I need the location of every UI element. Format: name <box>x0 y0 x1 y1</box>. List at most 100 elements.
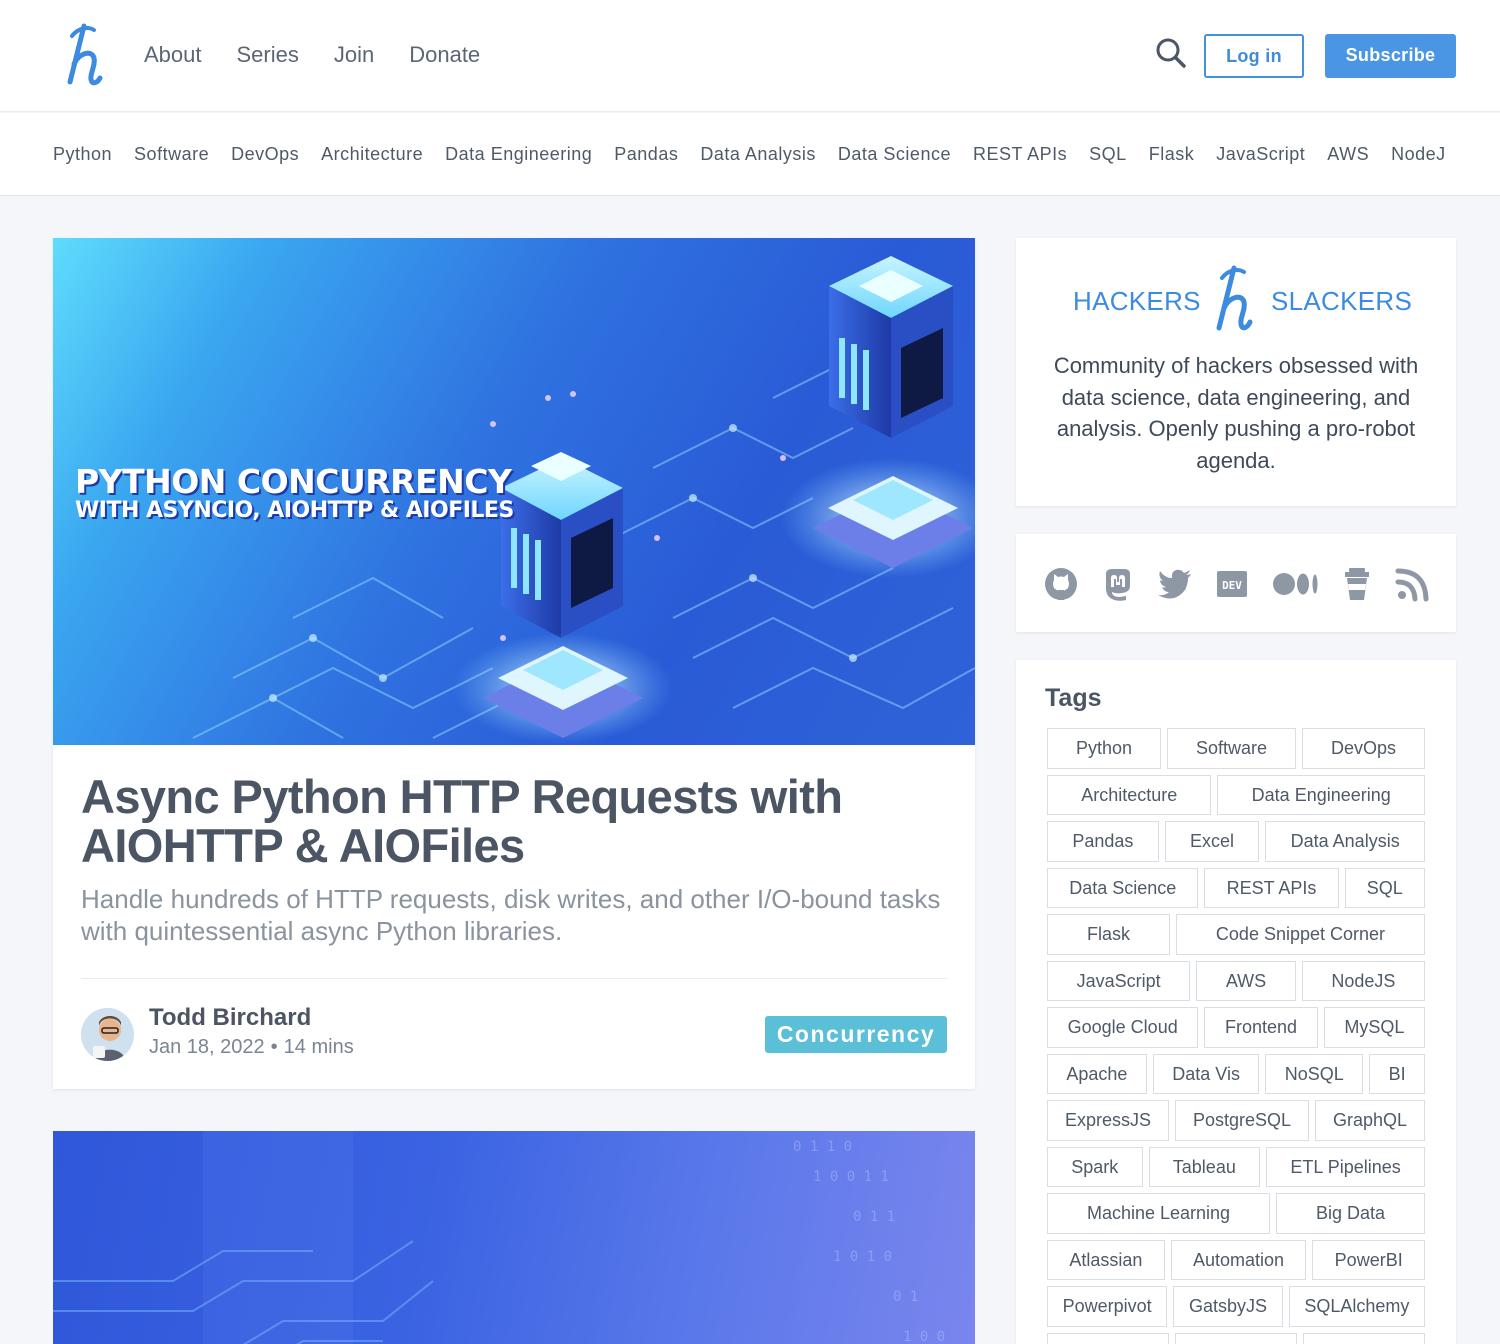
svg-text:1 0 0 1 1: 1 0 0 1 1 <box>813 1169 889 1185</box>
tag-chip[interactable]: JavaScript <box>1047 960 1191 1001</box>
tag-row: Google Cloud Frontend MySQL <box>1047 1007 1425 1048</box>
social-links: DEV <box>1016 534 1456 632</box>
tag-chip[interactable]: Powerpivot <box>1047 1286 1168 1327</box>
medium-icon[interactable] <box>1272 566 1320 602</box>
dev-icon[interactable]: DEV <box>1214 566 1250 602</box>
tag-chip[interactable]: Pandas <box>1047 821 1159 862</box>
tag-chip[interactable]: Tableau <box>1148 1146 1261 1187</box>
topic-link[interactable]: AWS <box>1327 142 1369 166</box>
second-post-card[interactable]: 0 1 1 0 1 0 0 1 1 0 1 1 1 0 1 0 0 1 1 0 0 <box>53 1131 975 1344</box>
topic-link[interactable]: REST APIs <box>973 142 1067 166</box>
tag-chip[interactable]: NoSQL <box>1265 1053 1364 1094</box>
rss-icon[interactable] <box>1395 566 1431 602</box>
tags-heading: Tags <box>1045 684 1102 712</box>
tag-chip[interactable]: ExpressJS <box>1047 1100 1169 1141</box>
coffee-icon[interactable] <box>1339 566 1375 602</box>
tag-row: Python Software DevOps <box>1047 728 1425 769</box>
about-widget: HACKERS SLACKERS Community of hackers ob… <box>1016 238 1456 506</box>
tag-chip[interactable]: Spark <box>1047 1146 1143 1187</box>
post-title[interactable]: Async Python HTTP Requests with AIOHTTP … <box>81 772 941 870</box>
topic-link[interactable]: Python <box>53 142 112 166</box>
featured-image[interactable]: PYTHON CONCURRENCY WITH ASYNCIO, AIOHTTP… <box>53 238 975 745</box>
tag-row: Pandas Excel Data Analysis <box>1047 821 1426 862</box>
main-nav: About Series Join Donate <box>144 40 515 70</box>
post-meta: Jan 18, 2022 • 14 mins <box>149 1036 354 1059</box>
brand-logo[interactable] <box>1208 264 1254 334</box>
search-icon[interactable] <box>1154 36 1188 70</box>
post-tag-badge[interactable]: Concurrency <box>765 1016 947 1053</box>
post-date: Jan 18, 2022 <box>149 1036 265 1058</box>
github-icon[interactable] <box>1043 566 1079 602</box>
tag-chip[interactable]: Software <box>1167 728 1296 769</box>
tag-chip[interactable]: Frontend <box>1204 1007 1318 1048</box>
tag-chip[interactable]: BI <box>1369 1053 1425 1094</box>
tag-chip[interactable] <box>1175 1332 1297 1344</box>
tag-chip[interactable]: Automation <box>1170 1239 1307 1280</box>
tag-chip[interactable]: Apache <box>1047 1053 1147 1094</box>
svg-text:0 1 1: 0 1 1 <box>853 1209 895 1225</box>
divider <box>81 978 947 979</box>
tag-row: Powerpivot GatsbyJS SQLAlchemy <box>1047 1286 1426 1327</box>
tag-chip[interactable]: GatsbyJS <box>1173 1286 1283 1327</box>
author-name[interactable]: Todd Birchard <box>149 1004 311 1032</box>
nav-join[interactable]: Join <box>334 40 374 70</box>
tag-chip[interactable]: GraphQL <box>1315 1100 1425 1141</box>
tag-chip[interactable]: Python <box>1047 728 1161 769</box>
tag-chip[interactable]: Architecture <box>1047 774 1212 815</box>
tag-chip[interactable]: Flask <box>1047 914 1170 955</box>
tag-chip[interactable]: AWS <box>1196 960 1296 1001</box>
login-button[interactable]: Log in <box>1204 34 1304 78</box>
tag-chip[interactable]: ETL Pipelines <box>1266 1146 1425 1187</box>
tag-chip[interactable]: MySQL <box>1323 1007 1425 1048</box>
tag-chip[interactable]: REST APIs <box>1204 867 1339 908</box>
subscribe-button[interactable]: Subscribe <box>1325 34 1456 78</box>
mastodon-icon[interactable] <box>1100 566 1136 602</box>
second-post-image: 0 1 1 0 1 0 0 1 1 0 1 1 1 0 1 0 0 1 1 0 0 <box>53 1131 945 1344</box>
topic-link[interactable]: Software <box>134 142 209 166</box>
tag-chip[interactable] <box>1047 1332 1169 1344</box>
tag-chip[interactable]: Excel <box>1164 821 1260 862</box>
tag-cloud: Python Software DevOps Architecture Data Eng… <box>1047 728 1426 1344</box>
tag-chip[interactable]: Google Cloud <box>1047 1007 1199 1048</box>
tag-chip[interactable]: Data Science <box>1047 867 1199 908</box>
tag-chip[interactable]: Data Engineering <box>1217 774 1425 815</box>
tag-chip[interactable]: Code Snippet Corner <box>1175 914 1425 955</box>
topic-link[interactable]: NodeJ <box>1391 142 1446 166</box>
tag-chip[interactable]: SQL <box>1344 867 1426 908</box>
topic-link[interactable]: Data Science <box>838 142 951 166</box>
tag-chip[interactable]: Atlassian <box>1047 1239 1165 1280</box>
about-text: Community of hackers obsessed with data … <box>1053 353 1419 473</box>
tag-row: Spark Tableau ETL Pipelines <box>1047 1146 1425 1187</box>
tag-chip[interactable]: PowerBI <box>1312 1239 1426 1280</box>
nav-about[interactable]: About <box>144 40 202 70</box>
topic-link[interactable]: Flask <box>1149 142 1195 166</box>
topic-list: Python Software DevOps Architecture Data Eng… <box>53 142 1468 166</box>
topic-link[interactable]: Data Analysis <box>700 142 816 166</box>
tags-widget: Tags Python Software DevOps Architecture Dat… <box>1016 660 1456 1344</box>
tag-chip[interactable]: SQLAlchemy <box>1288 1286 1426 1327</box>
tag-chip[interactable]: NodeJS <box>1301 960 1425 1001</box>
tag-chip[interactable]: DevOps <box>1302 728 1425 769</box>
topic-link[interactable]: DevOps <box>231 142 299 166</box>
tag-chip[interactable]: Machine Learning <box>1047 1193 1271 1234</box>
topic-link[interactable]: Pandas <box>614 142 678 166</box>
hero-subtitle: WITH ASYNCIO, AIOHTTP & AIOFILES <box>75 498 514 523</box>
author-avatar[interactable] <box>81 1008 134 1061</box>
topic-link[interactable]: Architecture <box>321 142 423 166</box>
nav-donate[interactable]: Donate <box>409 40 480 70</box>
twitter-icon[interactable] <box>1157 566 1193 602</box>
topic-link[interactable]: JavaScript <box>1216 142 1305 166</box>
featured-post-card[interactable]: PYTHON CONCURRENCY WITH ASYNCIO, AIOHTTP… <box>53 238 975 1089</box>
svg-text:1 0 1 0: 1 0 1 0 <box>833 1249 892 1265</box>
tag-chip[interactable]: Data Vis <box>1152 1053 1260 1094</box>
tag-chip[interactable]: PostgreSQL <box>1174 1100 1309 1141</box>
tag-row: ExpressJS PostgreSQL GraphQL <box>1047 1100 1425 1141</box>
hero-title: PYTHON CONCURRENCY <box>75 462 512 501</box>
tag-chip[interactable]: Big Data <box>1276 1193 1425 1234</box>
site-logo[interactable] <box>58 22 106 88</box>
tag-chip[interactable]: Data Analysis <box>1265 821 1426 862</box>
topic-link[interactable]: SQL <box>1089 142 1127 166</box>
topic-link[interactable]: Data Engineering <box>445 142 592 166</box>
nav-series[interactable]: Series <box>237 40 299 70</box>
tag-chip[interactable] <box>1303 1332 1425 1344</box>
